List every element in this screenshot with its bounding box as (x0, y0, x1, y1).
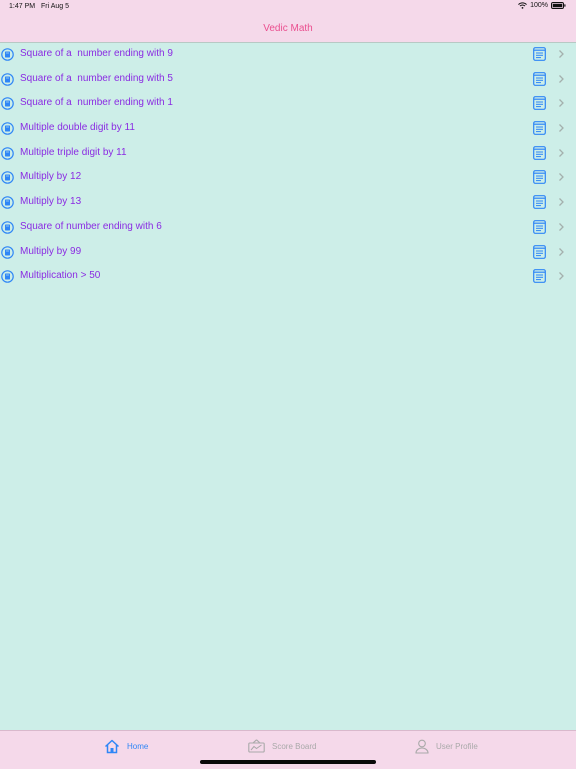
document-icon[interactable] (533, 269, 546, 284)
tab-home[interactable]: Home (104, 739, 148, 754)
list-item[interactable]: Multiple double digit by 11 (0, 116, 576, 141)
book-circle-icon (1, 146, 14, 160)
status-indicators: 100% (518, 2, 566, 9)
chevron-right-icon (559, 173, 564, 182)
tab-home-label: Home (127, 742, 149, 751)
book-circle-icon (1, 221, 14, 234)
chevron-right-icon (559, 222, 564, 231)
list-item-label: Square of number ending with 6 (20, 220, 162, 232)
list-item-label: Square of a number ending with 5 (20, 72, 173, 84)
book-circle-icon (1, 97, 14, 111)
list-item-label: Square of a number ending with 1 (20, 97, 173, 109)
list-item[interactable]: Square of a number ending with 5 (0, 67, 576, 92)
list-item-label: Multiply by 13 (20, 196, 82, 208)
list-item-label: Square of a number ending with 9 (20, 48, 173, 59)
book-circle-icon (1, 171, 14, 185)
document-icon[interactable] (533, 145, 546, 160)
tab-user-profile-label: User Profile (436, 742, 478, 751)
user-icon (415, 739, 429, 754)
document-icon[interactable] (533, 96, 546, 111)
list-item[interactable]: Square of a number ending with 9 (0, 42, 576, 67)
list-item-label: Multiplication > 50 (20, 270, 101, 282)
list-item[interactable]: Multiplication > 50 (0, 264, 576, 289)
chevron-right-icon (559, 74, 564, 83)
list-item[interactable]: Square of a number ending with 1 (0, 91, 576, 116)
document-icon[interactable] (533, 195, 546, 210)
home-indicator[interactable] (200, 760, 376, 764)
list-item[interactable]: Multiply by 12 (0, 165, 576, 190)
scoreboard-icon (248, 739, 265, 753)
list-item[interactable]: Multiply by 13 (0, 190, 576, 215)
document-icon[interactable] (533, 244, 546, 259)
status-bar: 1:47 PM Fri Aug 5 100% (0, 0, 576, 14)
list-item-label: Multiply by 12 (20, 171, 82, 183)
page-title: Vedic Math (263, 22, 313, 34)
chevron-right-icon (559, 99, 564, 108)
chevron-right-icon (559, 272, 564, 281)
list-item-label: Multiple double digit by 11 (20, 122, 135, 134)
status-time: 1:47 PM (9, 3, 36, 10)
chevron-right-icon (559, 247, 564, 256)
list-item-label: Multiply by 99 (20, 245, 82, 257)
status-date: Fri Aug 5 (41, 3, 70, 10)
navigation-bar: Vedic Math (0, 14, 576, 43)
tab-score-board-label: Score Board (272, 741, 317, 751)
home-icon (104, 739, 120, 754)
list-item[interactable]: Multiple triple digit by 11 (0, 141, 576, 166)
wifi-icon (518, 2, 527, 9)
document-icon[interactable] (533, 219, 546, 234)
book-circle-icon (1, 245, 14, 259)
battery-icon (551, 2, 566, 9)
chevron-right-icon (559, 148, 564, 157)
document-icon[interactable] (533, 47, 546, 61)
chevron-right-icon (559, 50, 564, 58)
book-circle-icon (1, 196, 14, 209)
chevron-right-icon (559, 124, 564, 133)
list-item-label: Multiple triple digit by 11 (20, 146, 127, 158)
list-item[interactable]: Square of number ending with 6 (0, 215, 576, 240)
tab-score-board[interactable]: Score Board (248, 739, 316, 753)
lesson-list: Square of a number ending with 9 Square … (0, 42, 576, 289)
tab-user-profile[interactable]: User Profile (415, 739, 478, 754)
list-item[interactable]: Multiply by 99 (0, 240, 576, 265)
document-icon[interactable] (533, 170, 546, 185)
battery-percent: 100% (530, 2, 548, 9)
book-circle-icon (1, 122, 14, 135)
book-circle-icon (1, 48, 14, 61)
document-icon[interactable] (533, 121, 546, 135)
chevron-right-icon (559, 198, 564, 207)
document-icon[interactable] (533, 71, 546, 86)
book-circle-icon (1, 270, 14, 283)
book-circle-icon (1, 72, 14, 86)
